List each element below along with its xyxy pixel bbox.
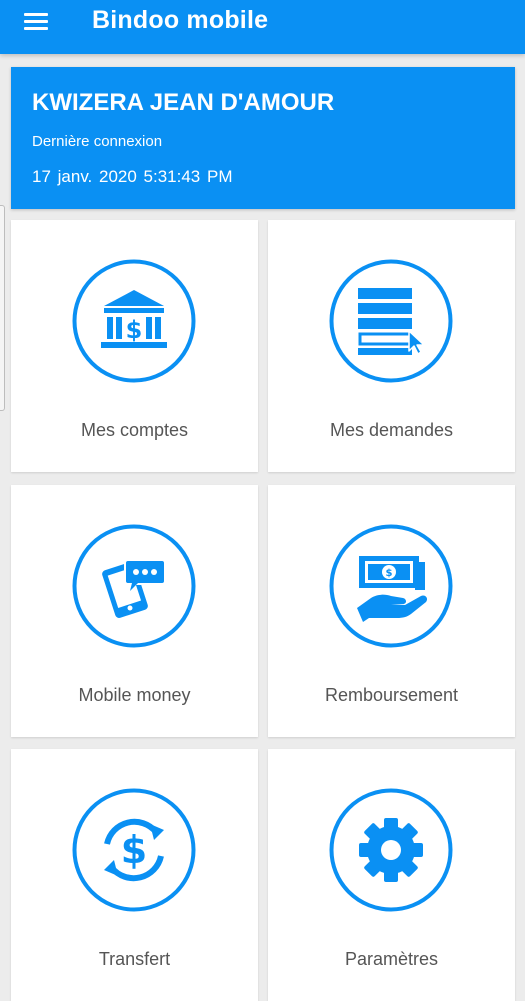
gear-icon [329,788,453,912]
app-bar: Bindoo mobile [0,0,525,54]
tile-remboursement[interactable]: $ Remboursement [268,485,515,737]
tile-label: Transfert [98,949,171,969]
user-card: KWIZERA JEAN D'AMOUR Dernière connexion … [11,67,515,209]
tile-mes-demandes[interactable]: Mes demandes [268,220,515,472]
drawer-edge-handle[interactable] [0,205,5,411]
app-title: Bindoo mobile [92,6,269,34]
mobile-payment-icon [72,524,196,648]
tile-label: Mes demandes [329,420,454,440]
tile-label: Remboursement [324,685,459,705]
repayment-icon: $ [329,524,453,648]
tile-mobile-money[interactable]: Mobile money [11,485,258,737]
tile-label: Mobile money [78,685,191,705]
bank-icon: $ [72,259,196,383]
hamburger-menu-icon[interactable] [14,8,58,36]
svg-text:$: $ [126,316,143,344]
svg-text:$: $ [386,568,393,579]
last-login-label: Dernière connexion [32,133,163,150]
tile-mes-comptes[interactable]: $ Mes comptes [11,220,258,472]
user-name: KWIZERA JEAN D'AMOUR [32,89,335,116]
transfer-icon: $ [72,788,196,912]
tile-label: Paramètres [344,949,439,969]
last-login-value: 17 janv. 2020 5:31:43 PM [32,167,233,186]
tile-transfert[interactable]: $ Transfert [11,749,258,1001]
tile-parametres[interactable]: Paramètres [268,749,515,1001]
tile-label: Mes comptes [80,420,189,440]
svg-text:$: $ [121,828,147,872]
request-form-icon [329,259,453,383]
